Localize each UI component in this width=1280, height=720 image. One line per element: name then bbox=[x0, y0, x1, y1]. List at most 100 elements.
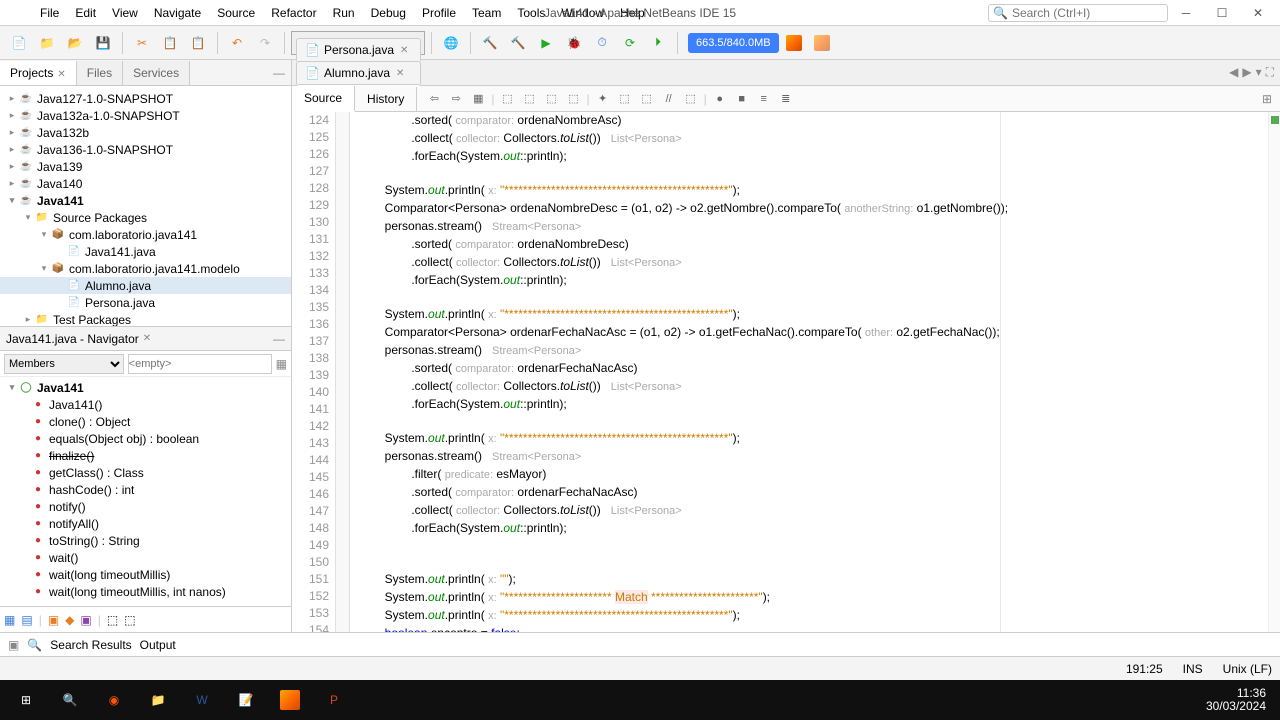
editor-tool-icon[interactable]: ▦ bbox=[469, 90, 487, 108]
tree-node[interactable]: ▾📁Source Packages bbox=[0, 209, 291, 226]
taskbar-app-notepad[interactable]: 📝 bbox=[224, 680, 268, 720]
tree-node[interactable]: 📄Java141.java bbox=[0, 243, 291, 260]
nav-member[interactable]: ●hashCode() : int bbox=[0, 481, 291, 498]
filter-icon[interactable]: ▦ bbox=[276, 357, 287, 371]
tab-list-icon[interactable]: ▾ bbox=[1256, 65, 1262, 80]
menu-profile[interactable]: Profile bbox=[414, 2, 464, 24]
record-macro-icon[interactable]: ● bbox=[711, 90, 729, 108]
menu-source[interactable]: Source bbox=[209, 2, 263, 24]
minimize-button[interactable]: ─ bbox=[1168, 1, 1204, 25]
run-button[interactable]: ▶ bbox=[533, 30, 559, 56]
close-window-button[interactable]: ✕ bbox=[1240, 1, 1276, 25]
start-button[interactable]: ⊞ bbox=[4, 680, 48, 720]
editor-tool-icon[interactable]: ≡ bbox=[755, 90, 773, 108]
global-search[interactable]: 🔍 bbox=[988, 4, 1168, 22]
split-editor-icon[interactable]: ⊞ bbox=[1262, 92, 1280, 106]
nav-member[interactable]: ●notifyAll() bbox=[0, 515, 291, 532]
tab-projects[interactable]: Projects✕ bbox=[0, 61, 77, 85]
prev-tab-icon[interactable]: ◀ bbox=[1229, 65, 1238, 80]
editor-tool-icon[interactable]: ✦ bbox=[594, 90, 612, 108]
back-icon[interactable]: ⇦ bbox=[425, 90, 443, 108]
code-editor[interactable]: 124 125 126 127 128 129 130 131 132 133 … bbox=[292, 112, 1280, 632]
taskbar-app-explorer[interactable]: 📁 bbox=[136, 680, 180, 720]
editor-tab[interactable]: 📄Persona.java✕ bbox=[296, 38, 421, 61]
nav-member[interactable]: ●clone() : Object bbox=[0, 413, 291, 430]
redo-button[interactable]: ↷ bbox=[252, 30, 278, 56]
new-file-button[interactable]: 📄 bbox=[6, 30, 32, 56]
menu-navigate[interactable]: Navigate bbox=[146, 2, 209, 24]
taskbar-app-brave[interactable]: ◉ bbox=[92, 680, 136, 720]
clean-build-button[interactable]: 🔨 bbox=[505, 30, 531, 56]
nav-member[interactable]: ●finalize() bbox=[0, 447, 291, 464]
tree-node[interactable]: ▸📁Test Packages bbox=[0, 311, 291, 326]
tree-node[interactable]: ▾📦com.laboratorio.java141.modelo bbox=[0, 260, 291, 277]
globe-icon[interactable]: 🌐 bbox=[438, 30, 464, 56]
editor-tool-icon[interactable]: ⬚ bbox=[638, 90, 656, 108]
paste-button[interactable]: 📋 bbox=[185, 30, 211, 56]
menu-team[interactable]: Team bbox=[464, 2, 509, 24]
nav-member[interactable]: ●toString() : String bbox=[0, 532, 291, 549]
nav-member[interactable]: ●wait(long timeoutMillis) bbox=[0, 566, 291, 583]
system-tray-clock[interactable]: 11:36 30/03/2024 bbox=[1206, 687, 1276, 713]
taskbar-app-netbeans[interactable] bbox=[268, 680, 312, 720]
menu-run[interactable]: Run bbox=[325, 2, 363, 24]
search-input[interactable] bbox=[1012, 6, 1163, 20]
navigator-view-select[interactable]: Members bbox=[4, 354, 124, 374]
tree-node[interactable]: 📄Persona.java bbox=[0, 294, 291, 311]
nav-icon[interactable]: ▦ bbox=[4, 613, 15, 627]
tab-output[interactable]: Output bbox=[140, 638, 176, 652]
build-button[interactable]: 🔨 bbox=[477, 30, 503, 56]
run-main-button[interactable]: ⏵ bbox=[645, 30, 671, 56]
nav-icon[interactable]: ⬚ bbox=[124, 613, 135, 627]
tree-node[interactable]: ▸☕Java127-1.0-SNAPSHOT bbox=[0, 90, 291, 107]
editor-tool-icon[interactable]: ⬚ bbox=[616, 90, 634, 108]
tab-history[interactable]: History bbox=[355, 87, 417, 111]
nav-member[interactable]: ●Java141() bbox=[0, 396, 291, 413]
close-icon[interactable]: ✕ bbox=[396, 68, 404, 79]
next-tab-icon[interactable]: ▶ bbox=[1242, 65, 1251, 80]
nav-icon[interactable]: ▤ bbox=[21, 613, 32, 627]
debug-button[interactable]: 🐞 bbox=[561, 30, 587, 56]
maximize-editor-icon[interactable]: ⛶ bbox=[1266, 65, 1274, 80]
fold-gutter[interactable] bbox=[336, 112, 350, 632]
menu-file[interactable]: File bbox=[32, 2, 67, 24]
profile-button[interactable]: ⏱ bbox=[589, 30, 615, 56]
tab-services[interactable]: Services bbox=[123, 61, 190, 85]
cut-button[interactable]: ✂ bbox=[129, 30, 155, 56]
tab-files[interactable]: Files bbox=[77, 61, 123, 85]
taskbar-app-word[interactable]: W bbox=[180, 680, 224, 720]
editor-tool-icon[interactable]: ⬚ bbox=[682, 90, 700, 108]
nav-icon[interactable]: ⬚ bbox=[107, 613, 118, 627]
close-icon[interactable]: ✕ bbox=[143, 333, 151, 344]
editor-tool-icon[interactable]: ≣ bbox=[777, 90, 795, 108]
code-content[interactable]: .sorted( comparator: ordenaNombreAsc) .c… bbox=[350, 112, 1268, 632]
line-gutter[interactable]: 124 125 126 127 128 129 130 131 132 133 … bbox=[292, 112, 336, 632]
stop-macro-icon[interactable]: ■ bbox=[733, 90, 751, 108]
editor-tool-icon[interactable]: // bbox=[660, 90, 678, 108]
tree-node[interactable]: ▸☕Java136-1.0-SNAPSHOT bbox=[0, 141, 291, 158]
menu-debug[interactable]: Debug bbox=[363, 2, 414, 24]
minimize-pane-icon[interactable]: — bbox=[273, 332, 285, 346]
nav-member[interactable]: ●getClass() : Class bbox=[0, 464, 291, 481]
new-project-button[interactable]: 📁 bbox=[34, 30, 60, 56]
nav-icon[interactable]: ▣ bbox=[48, 613, 59, 627]
editor-tool-icon[interactable]: ⬚ bbox=[565, 90, 583, 108]
tree-node[interactable]: ▸☕Java139 bbox=[0, 158, 291, 175]
open-project-button[interactable]: 📂 bbox=[62, 30, 88, 56]
tree-node[interactable]: ▸☕Java132b bbox=[0, 124, 291, 141]
forward-icon[interactable]: ⇨ bbox=[447, 90, 465, 108]
nav-member[interactable]: ●wait() bbox=[0, 549, 291, 566]
save-all-button[interactable]: 💾 bbox=[90, 30, 116, 56]
menu-edit[interactable]: Edit bbox=[67, 2, 104, 24]
gc-icon[interactable] bbox=[781, 30, 807, 56]
nav-icon[interactable]: ▣ bbox=[80, 613, 91, 627]
copy-button[interactable]: 📋 bbox=[157, 30, 183, 56]
tab-search-results[interactable]: Search Results bbox=[50, 638, 131, 652]
tree-node[interactable]: 📄Alumno.java bbox=[0, 277, 291, 294]
navigator-filter-input[interactable] bbox=[128, 354, 272, 374]
menu-view[interactable]: View bbox=[104, 2, 146, 24]
memory-badge[interactable]: 663.5/840.0MB bbox=[688, 33, 779, 53]
nav-icon[interactable]: ◆ bbox=[65, 613, 74, 627]
nav-member[interactable]: ●wait(long timeoutMillis, int nanos) bbox=[0, 583, 291, 600]
navigator-tree[interactable]: ▾◯Java141●Java141()●clone() : Object●equ… bbox=[0, 377, 291, 606]
